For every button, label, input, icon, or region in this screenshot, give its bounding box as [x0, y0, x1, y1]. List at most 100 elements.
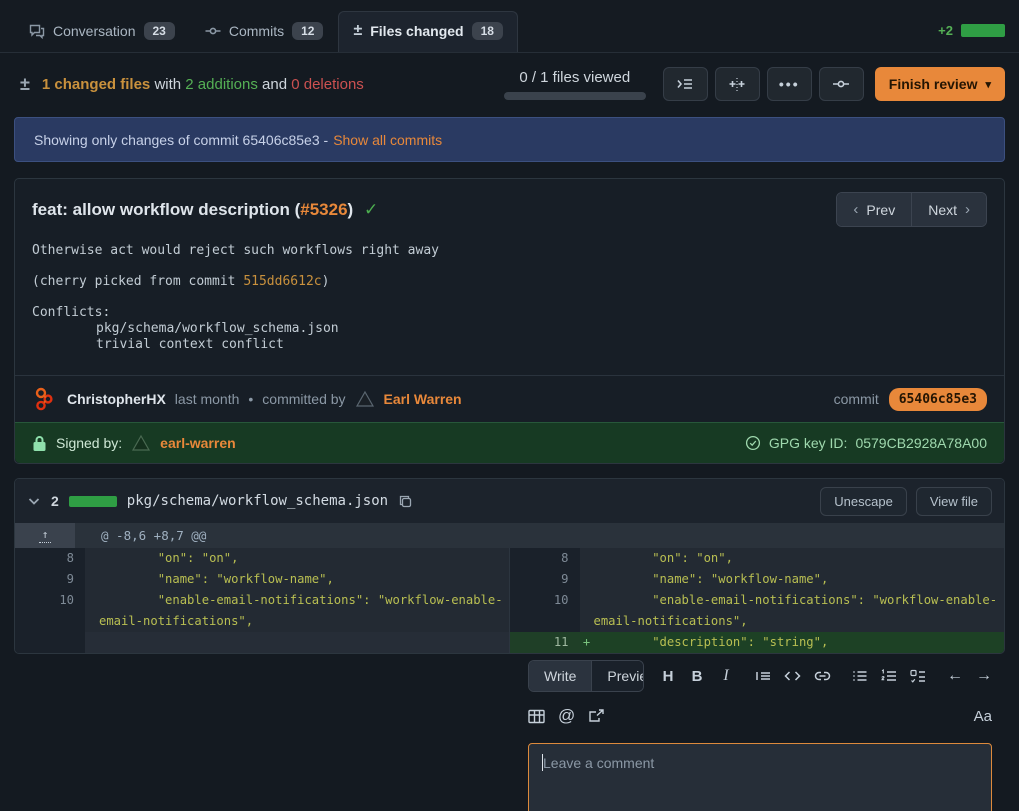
code-line: "on": "on", [594, 548, 1005, 569]
show-all-commits-link[interactable]: Show all commits [333, 132, 442, 148]
diff-sign [580, 569, 594, 590]
tab-conversation[interactable]: Conversation 23 [14, 11, 190, 51]
gpg-key-info: GPG key ID: 0579CB2928A78A00 [745, 435, 987, 451]
banner-message: Showing only changes of commit 65406c85e… [34, 132, 328, 148]
verified-icon [745, 435, 761, 451]
write-tab[interactable]: Write [529, 661, 592, 691]
bold-icon[interactable]: B [689, 668, 705, 685]
lock-icon [32, 435, 47, 452]
link-icon[interactable] [814, 669, 831, 683]
diff-row: 8 "on": "on", [510, 548, 1005, 569]
line-number[interactable]: 9 [15, 569, 85, 590]
signer-name[interactable]: earl-warren [160, 435, 235, 451]
commit-message-body: Otherwise act would reject such workflow… [15, 237, 1004, 375]
prev-commit-button[interactable]: ‹ Prev [837, 193, 911, 226]
finish-review-button[interactable]: Finish review ▾ [875, 67, 1005, 101]
italic-icon[interactable]: I [718, 667, 734, 685]
mention-icon[interactable]: @ [558, 706, 575, 726]
commit-status-check-icon[interactable]: ✓ [364, 200, 378, 219]
next-label: Next [928, 202, 957, 218]
tab-conversation-count: 23 [144, 22, 175, 40]
line-number[interactable]: 10 [15, 590, 85, 632]
changed-files-count: 1 changed files [42, 76, 150, 93]
collapse-file-icon[interactable] [27, 494, 41, 508]
heading-icon[interactable]: H [660, 668, 676, 685]
unescape-button[interactable]: Unescape [820, 487, 907, 516]
pr-tab-bar: Conversation 23 Commits 12 ± Files chang… [0, 0, 1019, 53]
conflict-note: trivial context conflict [32, 337, 987, 353]
code-line: "name": "workflow-name", [99, 569, 509, 590]
chevron-left-icon: ‹ [853, 201, 858, 218]
chevron-right-icon: › [965, 201, 970, 218]
diff-sign: + [580, 632, 594, 653]
line-number[interactable]: 11 [510, 632, 580, 653]
file-diff-header: 2 pkg/schema/workflow_schema.json Unesca… [15, 479, 1004, 523]
file-diff-box: 2 pkg/schema/workflow_schema.json Unesca… [14, 478, 1005, 654]
undo-icon[interactable]: ← [947, 667, 963, 685]
font-toggle[interactable]: Aa [974, 708, 992, 725]
committer-name[interactable]: Earl Warren [384, 391, 462, 407]
line-number[interactable]: 10 [510, 590, 580, 632]
diff-row: 10 "enable-email-notifications": "workfl… [510, 590, 1005, 632]
tab-conversation-label: Conversation [53, 23, 136, 39]
diff-layout-button[interactable] [715, 67, 760, 101]
commit-pager: ‹ Prev Next › [836, 192, 987, 227]
code-line: "enable-email-notifications": "workflow-… [99, 590, 509, 632]
expand-hunk-button[interactable]: ↑ [15, 523, 75, 548]
table-icon[interactable] [528, 709, 545, 724]
commit-details-box: feat: allow workflow description (#5326)… [14, 178, 1005, 464]
diff-summary-icon: ± [20, 74, 30, 95]
bullet-list-icon[interactable] [852, 669, 868, 683]
diff-row: 9 "name": "workflow-name", [510, 569, 1005, 590]
commit-message-line: Otherwise act would reject such workflow… [32, 243, 987, 259]
commit-icon [205, 23, 221, 39]
expand-files-button[interactable] [663, 67, 708, 101]
tab-files-changed[interactable]: ± Files changed 18 [338, 11, 518, 52]
quote-icon[interactable] [755, 669, 771, 683]
more-options-button[interactable]: ••• [767, 67, 812, 101]
conversation-icon [29, 23, 45, 39]
code-icon[interactable] [784, 669, 801, 683]
diff-row: 11+ "description": "string", [510, 632, 1005, 653]
diffstat-additions: +2 [938, 23, 953, 38]
commit-filter-banner: Showing only changes of commit 65406c85e… [14, 117, 1005, 162]
line-number[interactable]: 8 [510, 548, 580, 569]
tab-files-changed-label: Files changed [370, 23, 463, 39]
redo-icon[interactable]: → [976, 667, 992, 685]
diff-row: 8 "on": "on", [15, 548, 509, 569]
tab-commits-label: Commits [229, 23, 284, 39]
diff-pane-new: 8 "on": "on",9 "name": "workflow-name",1… [510, 548, 1005, 653]
editor-mode-tabs: Write Preview [528, 660, 644, 692]
files-viewed-progress: 0 / 1 files viewed [504, 69, 646, 100]
commit-sha-badge[interactable]: 65406c85e3 [889, 388, 987, 411]
author-avatar[interactable] [32, 386, 58, 412]
task-list-icon[interactable] [910, 669, 926, 683]
line-number[interactable]: 8 [15, 548, 85, 569]
line-number[interactable]: 9 [510, 569, 580, 590]
issue-link[interactable]: #5326 [300, 200, 347, 219]
signer-avatar[interactable] [131, 433, 151, 453]
diff-sign [580, 548, 594, 569]
prev-label: Prev [866, 202, 895, 218]
code-line: "description": "string", [594, 632, 1005, 653]
file-name[interactable]: pkg/schema/workflow_schema.json [127, 493, 388, 509]
next-commit-button[interactable]: Next › [911, 193, 986, 226]
reference-icon[interactable] [588, 709, 605, 724]
author-name[interactable]: ChristopherHX [67, 391, 166, 407]
files-viewed-bar [504, 92, 646, 100]
committer-avatar[interactable] [355, 389, 375, 409]
tab-commits[interactable]: Commits 12 [190, 11, 339, 51]
summary-and: and [262, 76, 287, 93]
diff-row [15, 632, 509, 653]
copy-path-icon[interactable] [398, 494, 413, 509]
commit-select-button[interactable] [819, 67, 864, 101]
comment-input[interactable] [528, 743, 992, 811]
committed-by-label: committed by [262, 391, 345, 407]
preview-tab[interactable]: Preview [592, 661, 644, 691]
file-change-count: 2 [51, 493, 59, 509]
conflict-file: pkg/schema/workflow_schema.json [32, 321, 987, 337]
view-file-button[interactable]: View file [916, 487, 992, 516]
cherry-pick-commit-link[interactable]: 515dd6612c [243, 274, 321, 289]
chevron-down-icon: ▾ [985, 78, 991, 91]
numbered-list-icon[interactable] [881, 669, 897, 683]
